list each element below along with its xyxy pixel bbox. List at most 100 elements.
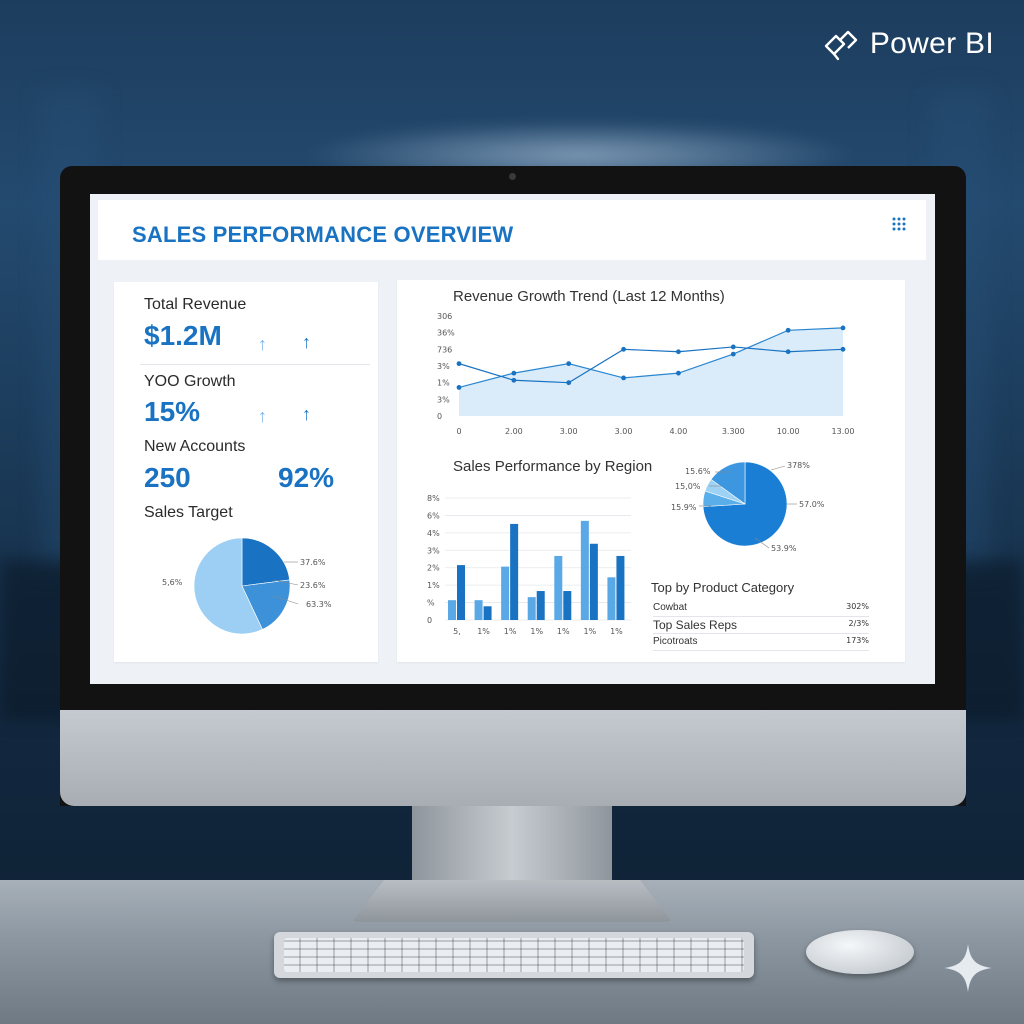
x-tick-label: 1% [557,627,570,636]
charts-panel: Revenue Growth Trend (Last 12 Months) 30… [397,280,905,662]
data-point[interactable] [511,370,517,376]
x-tick-label: 4.00 [670,427,688,436]
table-title: Top by Product Category [651,580,795,595]
row-name: Top Sales Reps [653,618,738,632]
pie-label: 63.3% [306,600,332,609]
kpi-label-yoy-growth: YOO Growth [144,373,236,390]
y-tick-label: 1% [437,379,450,388]
x-tick-label: 10.00 [777,427,800,436]
x-tick-label: 13.00 [832,427,855,436]
kpi-value-yoy-growth: 15% [144,396,201,427]
pie-label: 57.0% [799,500,825,509]
chart-title-region: Sales Performance by Region [453,458,653,475]
bar[interactable] [580,520,589,620]
keyboard [274,932,754,978]
bar[interactable] [536,591,545,620]
pie-label: 15.9% [671,503,697,512]
data-point[interactable] [621,375,626,381]
x-tick-label: 1% [610,627,623,636]
data-point[interactable] [676,349,681,355]
trend-up-icon: ↑ [302,404,311,424]
y-tick-label: % [427,599,435,608]
table-row[interactable]: Cowbat 302% [653,600,869,617]
bar[interactable] [501,566,510,620]
bar[interactable] [616,555,625,620]
data-point[interactable] [621,346,626,352]
table-row[interactable]: Picotroats 173% [653,634,869,651]
pie-label: 378% [787,461,810,470]
power-bi-logo-icon [824,30,858,61]
data-point[interactable] [511,377,517,383]
pie-slice[interactable] [241,537,290,587]
bar[interactable] [457,565,465,620]
revenue-trend-line-chart: 306 36% 736 3% 1% 3% 0 0 2.00 3.00 3.00 4.00 3.300 1… [437,312,855,436]
y-tick-label: 306 [437,312,452,321]
data-point[interactable] [785,327,791,333]
y-tick-label: 0 [427,616,432,625]
pie-label: 5,6% [162,578,183,587]
data-point[interactable] [566,380,572,386]
row-value: 2/3% [848,619,869,628]
data-point[interactable] [840,325,846,331]
kpi-value-total-revenue: $1.2M [144,320,222,351]
divider [140,364,370,365]
row-name: Cowbat [653,602,687,613]
webcam [509,173,516,180]
bar[interactable] [483,606,492,620]
x-tick-label: 3.00 [560,427,578,436]
brand: Power BI [820,26,994,62]
product-table: Cowbat 302% Top Sales Reps 2/3% Picotroa… [653,600,869,651]
bar[interactable] [474,600,483,620]
trend-up-icon: ↑ [258,334,267,354]
kpi-panel: Total Revenue $1.2M ↑ ↑ YOO Growth 15% ↑… [114,282,378,662]
data-point[interactable] [456,361,462,367]
monitor-stand [412,806,612,886]
data-point[interactable] [785,349,791,355]
bar[interactable] [510,523,519,620]
x-tick-label: 5, [453,627,461,636]
x-tick-label: 1% [584,627,597,636]
x-tick-label: 3.300 [722,427,745,436]
dashboard-screen: SALES PERFORMANCE OVERVIEW Total Revenue… [90,194,935,684]
bar[interactable] [563,591,572,620]
x-tick-label: 1% [504,627,517,636]
trend-up-icon: ↑ [258,406,267,426]
pie-label: 15.6% [685,467,711,476]
y-tick-label: 8% [427,494,440,503]
chart-title-revenue-trend: Revenue Growth Trend (Last 12 Months) [453,288,725,305]
monitor-chin [60,710,966,806]
bar[interactable] [448,600,456,620]
y-tick-label: 3% [437,395,450,404]
y-tick-label: 36% [437,329,455,338]
table-row[interactable]: Top Sales Reps 2/3% [653,617,869,634]
area-series [459,327,843,416]
data-point[interactable] [566,361,572,367]
y-tick-label: 3% [427,546,440,555]
pie-label: 15,0% [675,482,701,491]
pie-label: 23.6% [300,581,326,590]
kpi-label-sales-target: Sales Target [144,504,233,521]
bar[interactable] [589,543,598,620]
data-point[interactable] [730,351,736,357]
x-tick-label: 3.00 [615,427,633,436]
data-point[interactable] [730,344,736,350]
bar[interactable] [527,597,536,620]
data-point[interactable] [676,370,681,376]
sparkle-icon [944,944,992,992]
region-bar-chart: 8% 6% 4% 3% 2% 1%% 0 5, 1% 1% 1% 1% 1% 1% [427,494,631,636]
data-point[interactable] [456,385,462,390]
dashboard-header: SALES PERFORMANCE OVERVIEW [98,200,926,260]
y-tick-label: 6% [427,511,440,520]
bar[interactable] [554,555,563,620]
kpi-label-new-accounts: New Accounts [144,438,246,455]
data-point[interactable] [840,346,846,352]
row-value: 173% [846,636,869,645]
y-tick-label: 1% [427,581,440,590]
brand-name: Power BI [869,27,994,60]
y-tick-label: 736 [437,345,452,354]
row-value: 302% [846,602,869,611]
bar[interactable] [607,577,616,620]
x-tick-label: 0 [456,427,461,436]
grid-menu-icon[interactable] [892,217,906,231]
sales-target-pie-chart: 37.6% 23.6% 63.3% 5,6% [162,537,332,635]
